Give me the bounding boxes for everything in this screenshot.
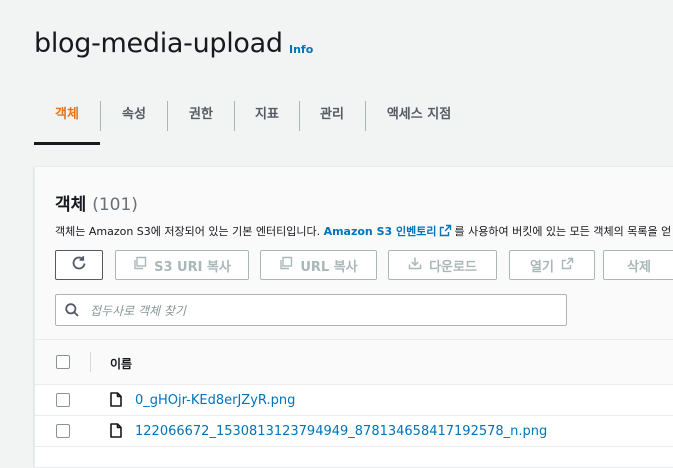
tab-access-points[interactable]: 액세스 지점	[366, 95, 472, 143]
download-label: 다운로드	[429, 259, 477, 275]
copy-url-button[interactable]: URL 복사	[260, 250, 377, 280]
tab-metrics[interactable]: 지표	[235, 95, 299, 143]
column-header-name[interactable]: 이름	[110, 355, 132, 372]
object-link[interactable]: 122066672_1530813123794949_8781346584171…	[135, 424, 547, 439]
description-text-suffix: 를 사용하여 버킷에 있는 모든 객체의 목록을 얻	[454, 225, 672, 238]
tab-permissions[interactable]: 권한	[168, 95, 234, 143]
objects-count: (101)	[92, 195, 138, 215]
inventory-link[interactable]: Amazon S3 인벤토리	[324, 225, 437, 238]
search-box	[55, 294, 567, 327]
row-checkbox[interactable]	[56, 393, 70, 407]
table-row: 122066672_1530813123794949_8781346584171…	[35, 416, 673, 447]
tab-objects[interactable]: 객체	[34, 95, 100, 145]
tab-bar: 객체 속성 권한 지표 관리 액세스 지점	[34, 95, 673, 145]
tab-properties[interactable]: 속성	[101, 95, 167, 143]
column-divider	[90, 352, 91, 372]
objects-panel: 객체 (101) 객체는 Amazon S3에 저장되어 있는 기본 엔터티입니…	[34, 166, 673, 468]
file-icon	[110, 423, 122, 442]
table-row: 0_gHOjr-KEd8erJZyR.png	[35, 385, 673, 416]
objects-heading-label: 객체	[55, 195, 87, 215]
open-button[interactable]: 열기	[509, 250, 595, 280]
refresh-icon	[70, 254, 88, 276]
external-link-icon	[561, 257, 574, 274]
info-link[interactable]: Info	[289, 43, 313, 56]
search-input[interactable]	[88, 295, 562, 327]
objects-heading: 객체 (101)	[55, 190, 138, 215]
objects-panel-header: 객체 (101) 객체는 Amazon S3에 저장되어 있는 기본 엔터티입니…	[35, 167, 673, 340]
objects-description: 객체는 Amazon S3에 저장되어 있는 기본 엔터티입니다. Amazon…	[55, 223, 671, 240]
open-label: 열기	[530, 259, 554, 275]
external-link-icon[interactable]	[439, 224, 452, 240]
copy-s3-uri-button[interactable]: S3 URI 복사	[115, 250, 249, 280]
copy-url-label: URL 복사	[300, 259, 358, 275]
file-icon	[110, 392, 122, 411]
tab-management[interactable]: 관리	[300, 95, 364, 143]
select-all-checkbox[interactable]	[56, 355, 70, 369]
copy-s3-uri-label: S3 URI 복사	[154, 259, 231, 275]
page-title: blog-media-upload	[34, 28, 283, 59]
table-header: 이름	[35, 340, 673, 385]
object-link[interactable]: 0_gHOjr-KEd8erJZyR.png	[135, 393, 295, 408]
description-text: 객체는 Amazon S3에 저장되어 있는 기본 엔터티입니다.	[55, 225, 321, 238]
copy-icon	[279, 256, 293, 274]
refresh-button[interactable]	[55, 250, 103, 280]
row-checkbox[interactable]	[56, 424, 70, 438]
delete-button[interactable]: 삭제	[603, 250, 673, 280]
delete-label: 삭제	[627, 259, 651, 275]
download-icon	[408, 256, 422, 274]
download-button[interactable]: 다운로드	[388, 250, 497, 280]
copy-icon	[133, 256, 147, 274]
